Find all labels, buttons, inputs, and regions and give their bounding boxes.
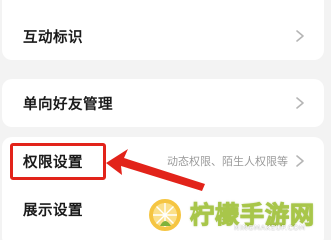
- settings-screen: 互动标识 单向好友管理 权限设置 动态权限、陌生人权限等 展示设置 柠檬手游网 …: [0, 0, 331, 240]
- settings-card-interaction-badge: 互动标识: [2, 0, 324, 60]
- lemon-logo-icon: [147, 197, 183, 233]
- chevron-right-icon: [296, 97, 304, 109]
- settings-item-label: 展示设置: [23, 202, 83, 219]
- settings-card-one-way-friends: 单向好友管理: [2, 79, 324, 127]
- settings-item-label: 互动标识: [23, 29, 83, 46]
- annotation-highlight-box: [10, 143, 106, 180]
- chevron-right-icon: [296, 30, 304, 42]
- settings-item-interaction-badge[interactable]: 互动标识: [2, 12, 324, 60]
- watermark-url: NINGMAKEUP.COM: [234, 224, 306, 232]
- settings-item-label: 单向好友管理: [23, 96, 113, 113]
- watermark: 柠檬手游网 NINGMAKEUP.COM: [138, 194, 328, 238]
- settings-item-subtext: 动态权限、陌生人权限等: [167, 155, 288, 168]
- chevron-right-icon: [296, 155, 304, 167]
- settings-item-one-way-friends[interactable]: 单向好友管理: [2, 79, 324, 127]
